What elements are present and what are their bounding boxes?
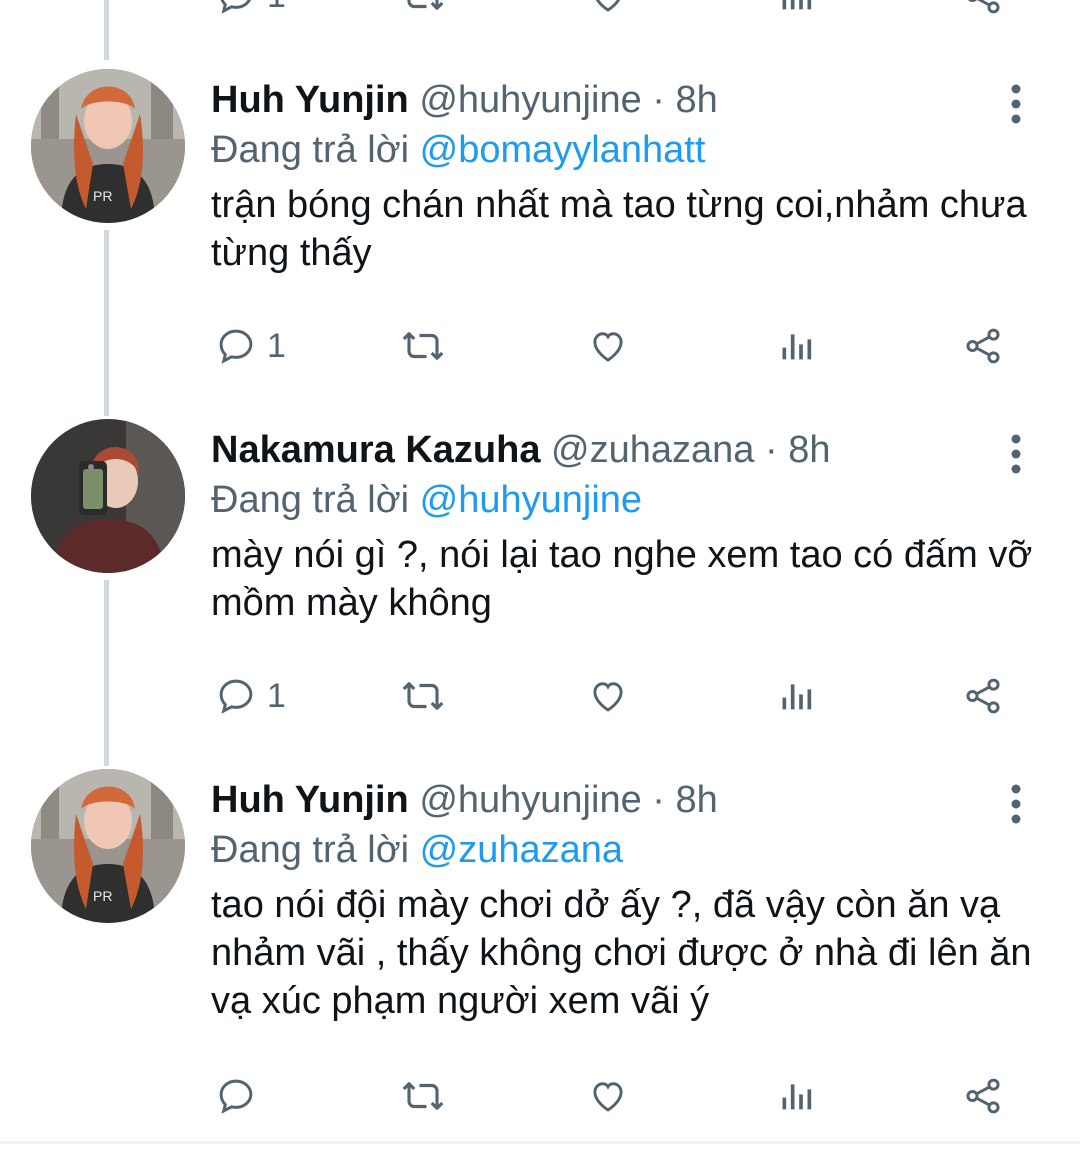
reply-button[interactable] bbox=[215, 1066, 267, 1126]
share-button[interactable] bbox=[960, 0, 1006, 26]
divider bbox=[0, 1141, 1080, 1144]
username[interactable]: @huhyunjine bbox=[419, 779, 641, 821]
username[interactable]: @huhyunjine bbox=[419, 79, 641, 121]
reply-button[interactable]: 1 bbox=[215, 316, 286, 376]
analytics-button[interactable] bbox=[776, 316, 816, 376]
reply-count: 1 bbox=[267, 326, 286, 365]
retweet-button[interactable] bbox=[398, 666, 448, 726]
replying-label: Đang trả lời bbox=[211, 479, 410, 521]
analytics-icon bbox=[782, 1084, 812, 1110]
svg-text:PR: PR bbox=[93, 188, 112, 204]
like-icon bbox=[595, 0, 621, 12]
share-icon bbox=[966, 1078, 1000, 1114]
like-icon bbox=[593, 682, 623, 712]
tweet-text: tao nói đội mày chơi dở ấy ?, đã vậy còn… bbox=[211, 884, 1032, 1022]
replying-to: Đang trả lời @huhyunjine bbox=[211, 478, 642, 522]
analytics-icon bbox=[782, 684, 812, 710]
retweet-icon bbox=[402, 332, 444, 360]
tweet-header: Huh Yunjin @huhyunjine · 8h bbox=[211, 78, 718, 122]
more-options-button[interactable] bbox=[1000, 780, 1032, 826]
replying-to: Đang trả lời @bomayylanhatt bbox=[211, 128, 705, 172]
tweet-header: Nakamura Kazuha @zuhazana · 8h bbox=[211, 428, 830, 472]
timestamp[interactable]: 8h bbox=[676, 79, 718, 121]
like-button[interactable] bbox=[586, 1066, 630, 1126]
retweet-icon bbox=[407, 0, 444, 10]
analytics-icon bbox=[782, 0, 812, 10]
display-name[interactable]: Huh Yunjin bbox=[211, 779, 409, 821]
share-icon bbox=[967, 0, 1000, 14]
display-name[interactable]: Nakamura Kazuha bbox=[211, 429, 540, 471]
replying-to: Đang trả lời @zuhazana bbox=[211, 828, 623, 872]
like-icon bbox=[593, 1082, 623, 1112]
mention-link[interactable]: @bomayylanhatt bbox=[420, 129, 706, 171]
tweet-text: mày nói gì ?, nói lại tao nghe xem tao c… bbox=[211, 534, 1033, 624]
reply-icon bbox=[219, 1079, 253, 1114]
like-icon bbox=[593, 332, 623, 362]
separator: · bbox=[652, 79, 665, 121]
separator: · bbox=[652, 779, 665, 821]
retweet-button[interactable] bbox=[398, 0, 448, 26]
username[interactable]: @zuhazana bbox=[551, 429, 754, 471]
previous-tweet-actions: 1 bbox=[0, 0, 1080, 18]
share-button[interactable] bbox=[960, 316, 1006, 376]
tweet[interactable]: PR Huh Yunjin @huhyunjine · 8h Đang trả … bbox=[0, 69, 1080, 402]
retweet-icon bbox=[402, 1082, 444, 1110]
tweet-actions: 1 bbox=[0, 316, 1080, 376]
share-button[interactable] bbox=[960, 666, 1006, 726]
mention-link[interactable]: @zuhazana bbox=[420, 829, 623, 871]
avatar[interactable]: PR bbox=[31, 69, 185, 223]
tweet[interactable]: Nakamura Kazuha @zuhazana · 8h Đang trả … bbox=[0, 419, 1080, 752]
svg-text:PR: PR bbox=[93, 888, 112, 904]
more-options-button[interactable] bbox=[1000, 80, 1032, 126]
avatar[interactable]: PR bbox=[31, 769, 185, 923]
like-button[interactable] bbox=[586, 316, 630, 376]
avatar[interactable] bbox=[31, 419, 185, 573]
reply-button[interactable]: 1 bbox=[215, 0, 286, 26]
more-options-icon bbox=[1011, 84, 1021, 124]
reply-icon bbox=[219, 329, 253, 364]
retweet-icon bbox=[402, 682, 444, 710]
timestamp[interactable]: 8h bbox=[788, 429, 830, 471]
analytics-button[interactable] bbox=[776, 1066, 816, 1126]
separator: · bbox=[764, 429, 778, 471]
share-icon bbox=[966, 328, 1000, 364]
tweet-actions bbox=[0, 1066, 1080, 1126]
replying-label: Đang trả lời bbox=[211, 829, 410, 871]
more-options-button[interactable] bbox=[1000, 430, 1032, 476]
more-options-icon bbox=[1011, 434, 1021, 474]
like-button[interactable] bbox=[586, 0, 630, 26]
retweet-button[interactable] bbox=[398, 316, 448, 376]
mention-link[interactable]: @huhyunjine bbox=[420, 479, 642, 521]
reply-icon bbox=[220, 0, 251, 14]
tweet-actions: 1 bbox=[0, 666, 1080, 726]
reply-button[interactable]: 1 bbox=[215, 666, 286, 726]
analytics-button[interactable] bbox=[776, 0, 816, 26]
share-button[interactable] bbox=[960, 1066, 1006, 1126]
reply-count: 1 bbox=[267, 676, 286, 715]
replying-label: Đang trả lời bbox=[211, 129, 410, 171]
tweet[interactable]: PR Huh Yunjin @huhyunjine · 8h Đang trả … bbox=[0, 769, 1080, 1132]
share-icon bbox=[966, 678, 1000, 714]
like-button[interactable] bbox=[586, 666, 630, 726]
retweet-button[interactable] bbox=[398, 1066, 448, 1126]
analytics-button[interactable] bbox=[776, 666, 816, 726]
timestamp[interactable]: 8h bbox=[676, 779, 718, 821]
reply-count: 1 bbox=[267, 0, 286, 16]
tweet-header: Huh Yunjin @huhyunjine · 8h bbox=[211, 778, 718, 822]
reply-icon bbox=[219, 679, 253, 714]
more-options-icon bbox=[1011, 784, 1021, 824]
tweet-text: trận bóng chán nhất mà tao từng coi,nhảm… bbox=[211, 184, 1027, 274]
analytics-icon bbox=[782, 334, 812, 360]
display-name[interactable]: Huh Yunjin bbox=[211, 79, 409, 121]
